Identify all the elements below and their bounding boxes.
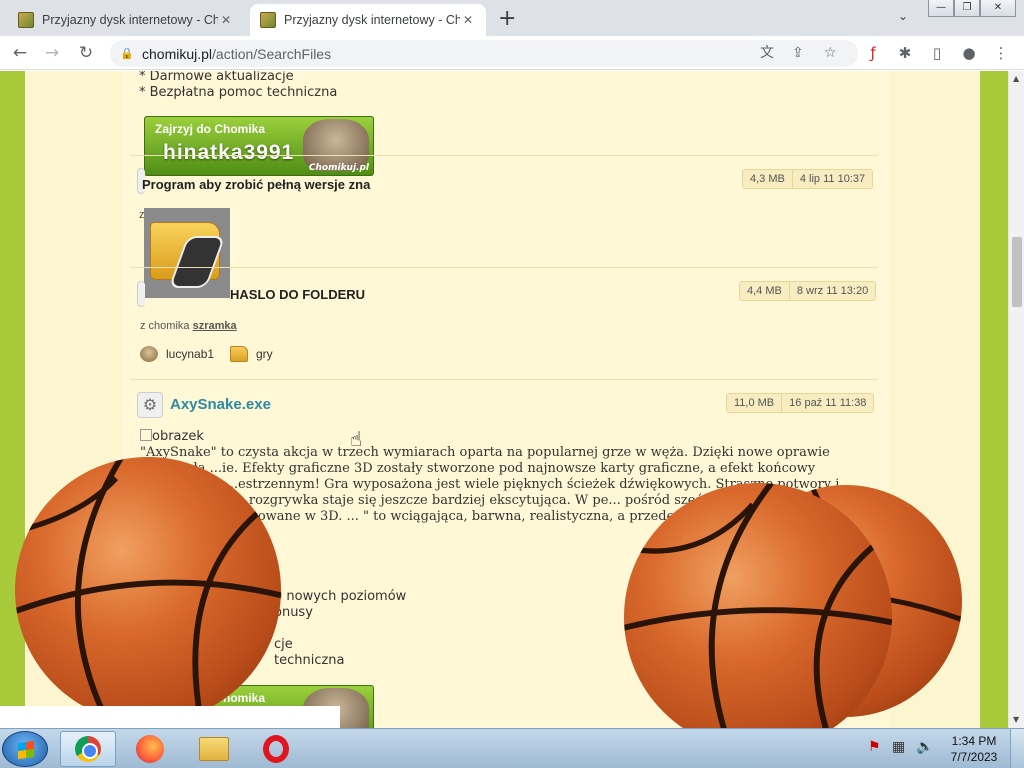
show-desktop-button[interactable] (1010, 729, 1024, 768)
from-user-link[interactable]: szramka (193, 320, 237, 332)
taskbar-opera[interactable] (248, 731, 304, 767)
url-text: chomikuj.pl/action/SearchFiles (142, 45, 332, 62)
page-scrollbar[interactable]: ▲ ▼ (1008, 71, 1024, 728)
folder-icon (199, 737, 229, 761)
browser-toolbar: ← → ↻ 🔒 chomikuj.pl/action/SearchFiles 文… (0, 36, 1024, 70)
clock-date: 7/7/2023 (950, 750, 998, 764)
close-tab-icon[interactable]: ✕ (218, 13, 234, 27)
top-bullet-1: * Darmowe aktualizacje (139, 71, 294, 84)
result-divider (130, 267, 878, 268)
bullet-line: techniczna (274, 653, 345, 668)
file-meta-badges: 4,4 MB 8 wrz 11 13:20 (739, 281, 877, 301)
side-panel-icon[interactable]: ▯ (926, 42, 948, 64)
broken-image-icon (140, 429, 152, 441)
windows-logo-icon (18, 740, 34, 760)
basketball-image (15, 457, 281, 723)
banner-brand: Chomikuj.pl (308, 163, 369, 173)
crumb-folder[interactable]: gry (230, 346, 273, 362)
white-overlay-bar (0, 706, 340, 728)
result-divider (130, 379, 878, 380)
share-icon[interactable]: ⇪ (792, 40, 804, 67)
hamster-icon (140, 346, 158, 362)
forward-arrow-icon[interactable]: → (40, 41, 64, 65)
basketball-seams (15, 457, 281, 723)
menu-kebab-icon[interactable]: ⋮ (990, 42, 1012, 64)
taskbar-clock[interactable]: 1:34 PM 7/7/2023 (944, 733, 1004, 765)
windows-taskbar: ⚑ ▦ 🔈 1:34 PM 7/7/2023 (0, 728, 1024, 768)
action-center-icon[interactable]: ⚑ (868, 739, 881, 755)
file-size: 11,0 MB (734, 397, 775, 409)
result-title-link[interactable]: AxySnake.exe (170, 396, 271, 413)
folder-icon (230, 346, 248, 362)
crumb-user[interactable]: lucynab1 (140, 346, 214, 362)
volume-muted-icon[interactable]: 🔈 (916, 739, 933, 755)
new-tab-button[interactable]: + (498, 6, 516, 31)
chomikuj-favicon-icon (18, 12, 34, 28)
banner-user: hinatka3991 (163, 141, 295, 164)
visit-chomik-banner[interactable]: Zajrzyj do Chomika hinatka3991 Chomikuj.… (144, 116, 374, 176)
firefox-icon (136, 735, 164, 763)
page-viewport: * Darmowe aktualizacje * Bezpłatna pomoc… (0, 71, 1008, 728)
profile-avatar-icon[interactable]: ● (958, 42, 980, 64)
basketball-image (624, 483, 892, 728)
extensions-puzzle-icon[interactable]: ✱ (894, 42, 916, 64)
bullet-line: 0 nowych poziomów (274, 589, 407, 604)
banner-line1: Zajrzyj do Chomika (155, 122, 266, 136)
file-date: 4 lip 11 10:37 (791, 170, 872, 188)
file-meta-badges: 4,3 MB 4 lip 11 10:37 (742, 169, 874, 189)
bookmark-star-icon[interactable]: ☆ (824, 40, 837, 67)
result-title[interactable]: HASLO DO FOLDERU (230, 287, 365, 302)
tab-1[interactable]: Przyjazny dysk internetowy - Chomikuj.pl… (8, 4, 244, 36)
file-meta-badges: 11,0 MB 16 paź 11 11:38 (726, 393, 875, 413)
taskbar-firefox[interactable] (122, 731, 178, 767)
address-bar[interactable]: 🔒 chomikuj.pl/action/SearchFiles 文 ⇪ ☆ (110, 40, 858, 67)
clock-time: 1:34 PM (951, 734, 997, 748)
chomikuj-favicon-icon (260, 12, 276, 28)
top-bullet-2: * Bezpłatna pomoc techniczna (139, 85, 338, 100)
scroll-up-icon[interactable]: ▲ (1013, 74, 1019, 83)
scroll-down-icon[interactable]: ▼ (1013, 715, 1019, 724)
from-chomik-line: z chomika szramka (140, 320, 237, 332)
file-size: 4,4 MB (747, 285, 782, 297)
tab-search-chevron-icon[interactable]: ⌄ (898, 9, 908, 23)
file-date: 8 wrz 11 13:20 (788, 282, 875, 300)
tab-title: Przyjazny dysk internetowy - Chomikuj.pl (42, 13, 218, 27)
tab-2[interactable]: Przyjazny dysk internetowy - Chomikuj.pl… (250, 4, 486, 36)
minimize-button[interactable]: — (928, 0, 954, 17)
acrobat-extension-icon[interactable]: ƒ (862, 42, 884, 64)
restore-button[interactable]: ❐ (954, 0, 980, 17)
hand-cursor-icon: ☝ (350, 427, 363, 451)
taskbar-file-explorer[interactable] (186, 731, 242, 767)
file-type-icon (137, 281, 145, 307)
gear-icon: ⚙ (137, 392, 163, 418)
opera-icon (263, 735, 289, 763)
result-divider (130, 155, 878, 156)
taskbar-chrome[interactable] (60, 731, 116, 767)
tab-title: Przyjazny dysk internetowy - Chomikuj.pl (284, 13, 460, 27)
translate-icon[interactable]: 文 (760, 40, 774, 67)
back-arrow-icon[interactable]: ← (8, 41, 32, 65)
start-button[interactable] (2, 731, 48, 767)
reload-icon[interactable]: ↻ (74, 41, 98, 65)
file-date: 16 paź 11 11:38 (781, 394, 873, 412)
tab-bar: Przyjazny dysk internetowy - Chomikuj.pl… (0, 0, 1024, 36)
close-tab-icon[interactable]: ✕ (460, 13, 476, 27)
close-window-button[interactable]: ✕ (980, 0, 1016, 17)
chrome-icon (75, 736, 101, 762)
scroll-thumb[interactable] (1012, 237, 1022, 307)
lock-icon[interactable]: 🔒 (120, 47, 134, 60)
folder-road-thumbnail[interactable] (144, 208, 230, 298)
broken-image: obrazek (140, 429, 204, 444)
file-size: 4,3 MB (750, 173, 785, 185)
network-icon[interactable]: ▦ (892, 739, 905, 755)
result-title[interactable]: Program aby zrobić pełną wersje zna (142, 177, 370, 192)
